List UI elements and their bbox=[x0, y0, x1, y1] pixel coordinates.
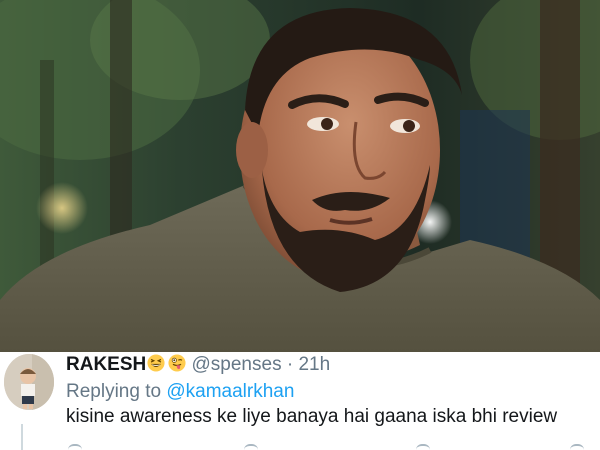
separator-dot: · bbox=[286, 354, 294, 375]
replying-to-line: Replying to @kamaalrkhan bbox=[66, 381, 294, 403]
replying-prefix: Replying to bbox=[66, 381, 167, 402]
man-portrait-icon bbox=[0, 0, 600, 352]
tweet-header: RAKESH @spenses · 21h bbox=[66, 354, 330, 376]
tweet-actions bbox=[66, 444, 586, 450]
tweet-text: kisine awareness ke liye banaya hai gaan… bbox=[66, 406, 558, 427]
tweet-timestamp[interactable]: 21h bbox=[298, 354, 330, 375]
avatar[interactable] bbox=[4, 354, 54, 410]
thread-line bbox=[21, 424, 23, 450]
user-handle[interactable]: @spenses bbox=[192, 354, 282, 375]
display-name[interactable]: RAKESH bbox=[66, 354, 146, 375]
replying-to-mention[interactable]: @kamaalrkhan bbox=[166, 381, 294, 402]
grinning-squinting-face-icon bbox=[147, 354, 165, 372]
screenshot: RAKESH @spenses · 21h Replying to @kamaa… bbox=[0, 0, 600, 450]
reply-icon[interactable] bbox=[68, 444, 82, 450]
share-icon[interactable] bbox=[570, 444, 584, 450]
winking-face-tongue-icon bbox=[168, 354, 186, 372]
child-avatar-icon bbox=[4, 354, 54, 410]
tweet-photo[interactable] bbox=[0, 0, 600, 352]
retweet-icon[interactable] bbox=[244, 444, 258, 450]
like-icon[interactable] bbox=[416, 444, 430, 450]
